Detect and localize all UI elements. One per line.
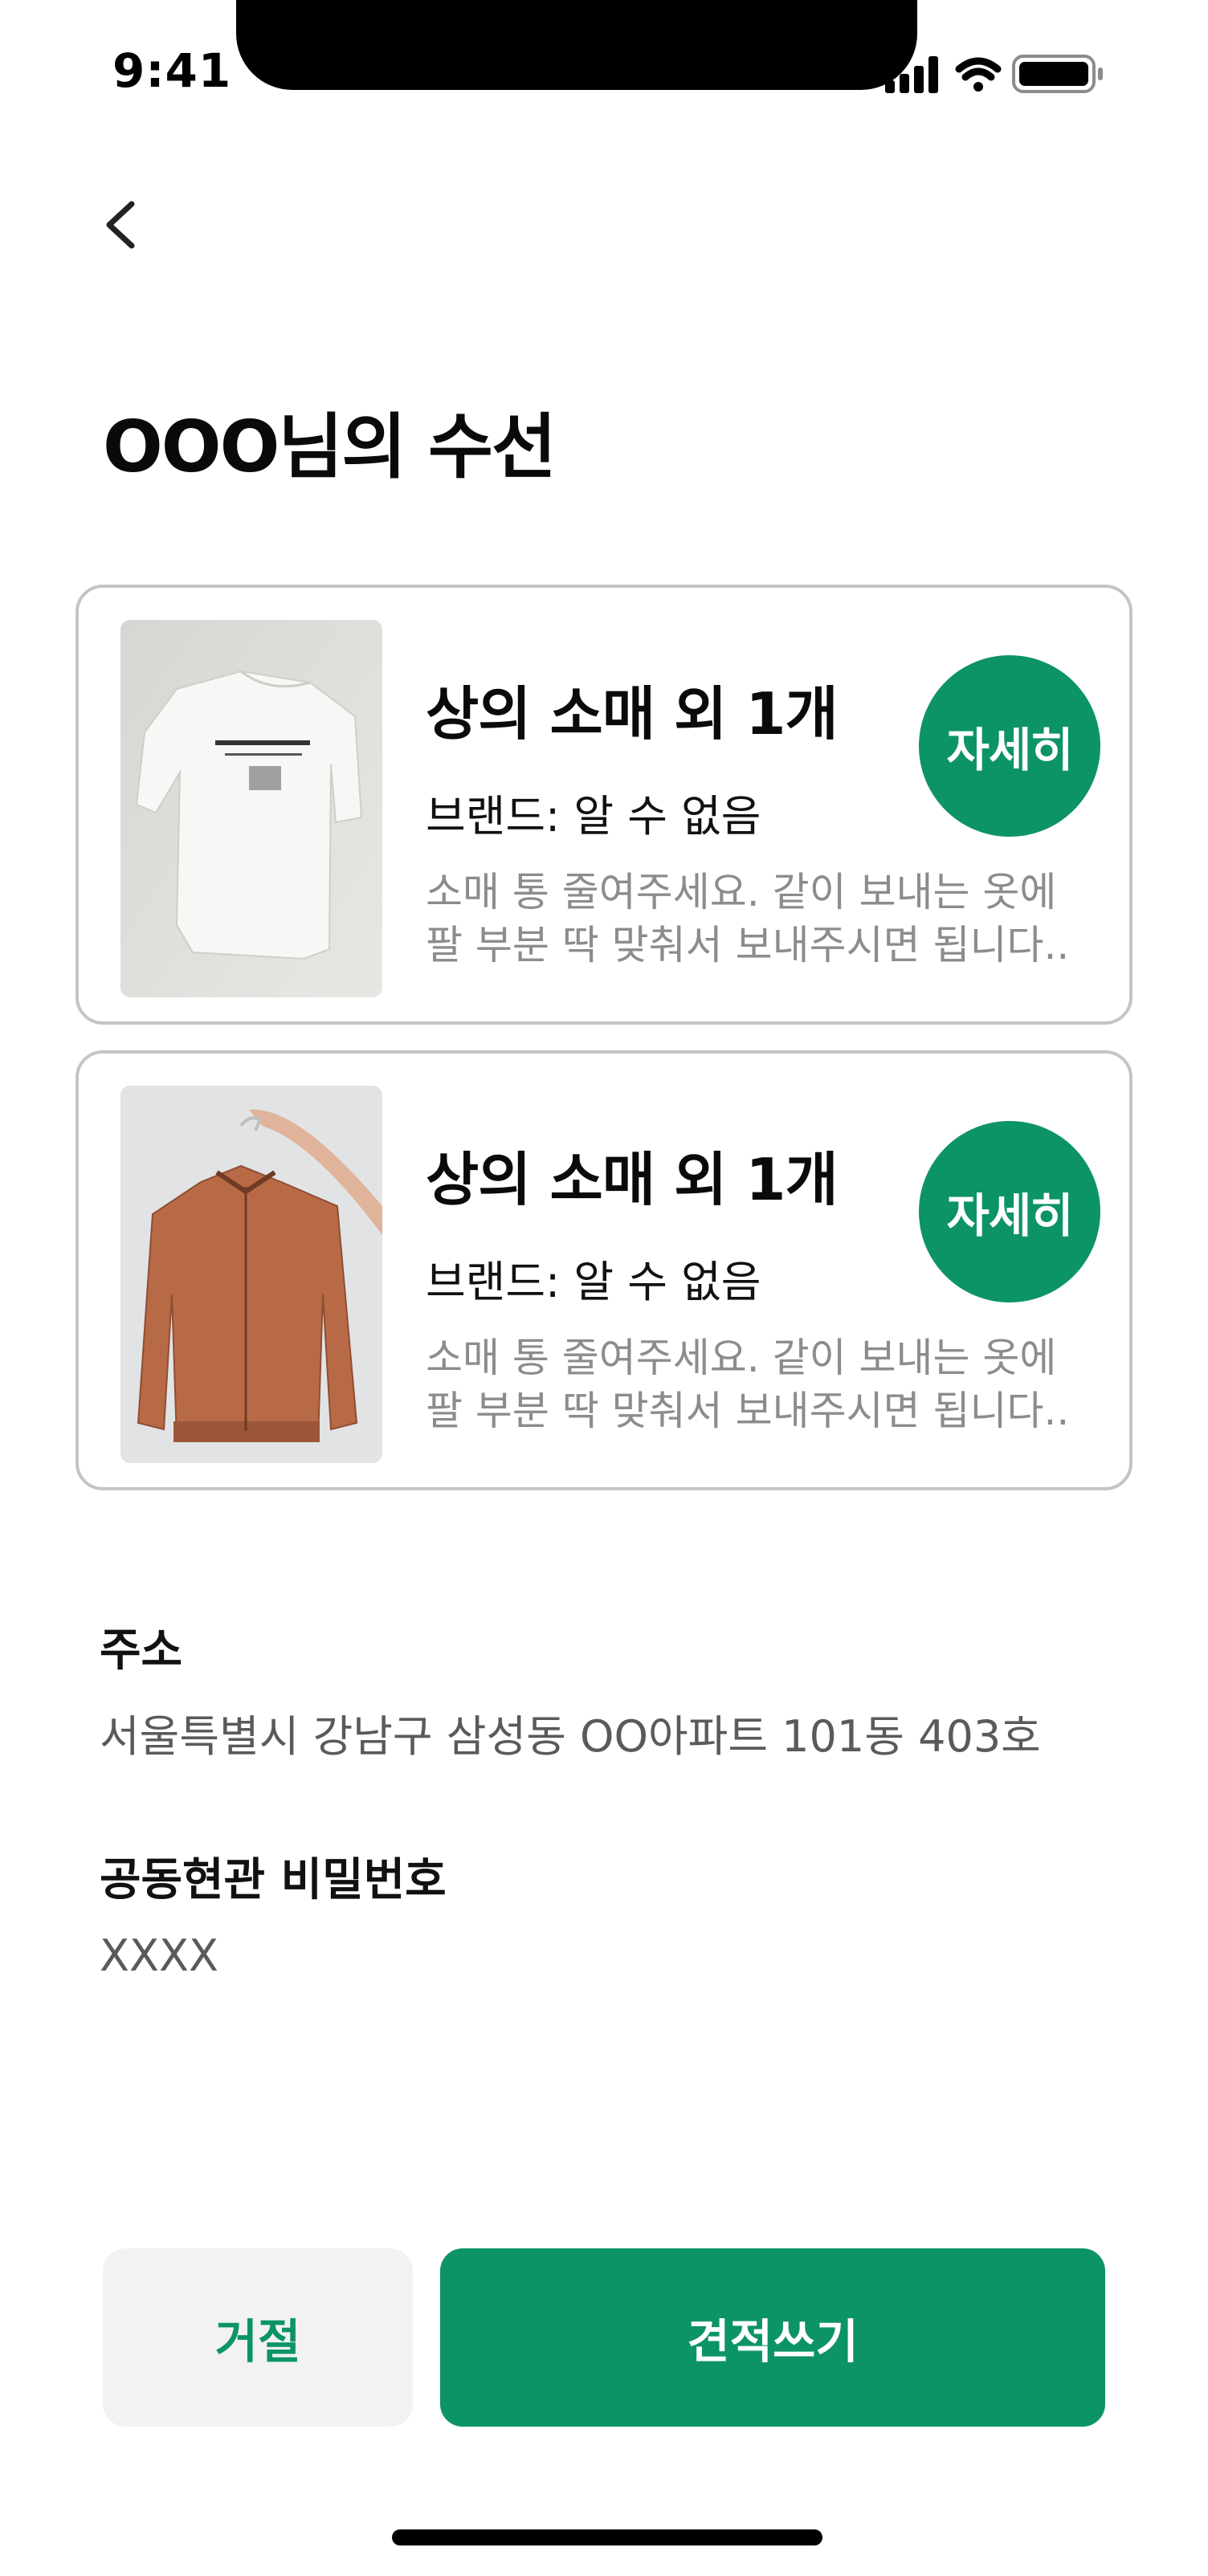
card-title: 상의 소매 외 1개	[426, 680, 839, 748]
wifi-icon	[955, 57, 1002, 92]
address-value: 서울특별시 강남구 삼성동 OO아파트 101동 403호	[100, 1711, 1041, 1762]
card-description: 소매 통 줄여주세요. 같이 보내는 옷에 팔 부분 딱 맞춰서 보내주시면 됩…	[426, 869, 1070, 968]
card-title: 상의 소매 외 1개	[426, 1146, 839, 1213]
card-brand: 브랜드: 알 수 없음	[426, 791, 761, 842]
repair-request-card[interactable]: 상의 소매 외 1개 브랜드: 알 수 없음 소매 통 줄여주세요. 같이 보내…	[76, 1050, 1132, 1490]
status-icons	[885, 55, 1103, 93]
door-code-label: 공동현관 비밀번호	[100, 1854, 447, 1906]
white-tshirt-photo	[120, 620, 382, 997]
card-description: 소매 통 줄여주세요. 같이 보내는 옷에 팔 부분 딱 맞춰서 보내주시면 됩…	[426, 1335, 1070, 1434]
repair-request-card[interactable]: 상의 소매 외 1개 브랜드: 알 수 없음 소매 통 줄여주세요. 같이 보내…	[76, 585, 1132, 1025]
card-brand: 브랜드: 알 수 없음	[426, 1257, 761, 1307]
reject-button[interactable]: 거절	[103, 2248, 413, 2427]
cellular-signal-icon	[885, 56, 938, 93]
address-label: 주소	[100, 1624, 183, 1677]
status-time: 9:41	[112, 43, 232, 98]
page-title: OOO님의 수선	[103, 406, 557, 488]
detail-button[interactable]: 자세히	[919, 655, 1100, 837]
back-button[interactable]	[95, 193, 151, 257]
device-notch	[236, 0, 917, 90]
door-code-value: XXXX	[100, 1930, 218, 1981]
chevron-left-icon	[106, 201, 135, 249]
write-quote-button[interactable]: 견적쓰기	[440, 2248, 1105, 2427]
battery-icon	[1012, 55, 1103, 93]
status-bar: 9:41	[0, 0, 1208, 120]
detail-button[interactable]: 자세히	[919, 1121, 1100, 1302]
brown-bomber-jacket-photo	[120, 1086, 382, 1463]
home-indicator	[392, 2529, 822, 2545]
